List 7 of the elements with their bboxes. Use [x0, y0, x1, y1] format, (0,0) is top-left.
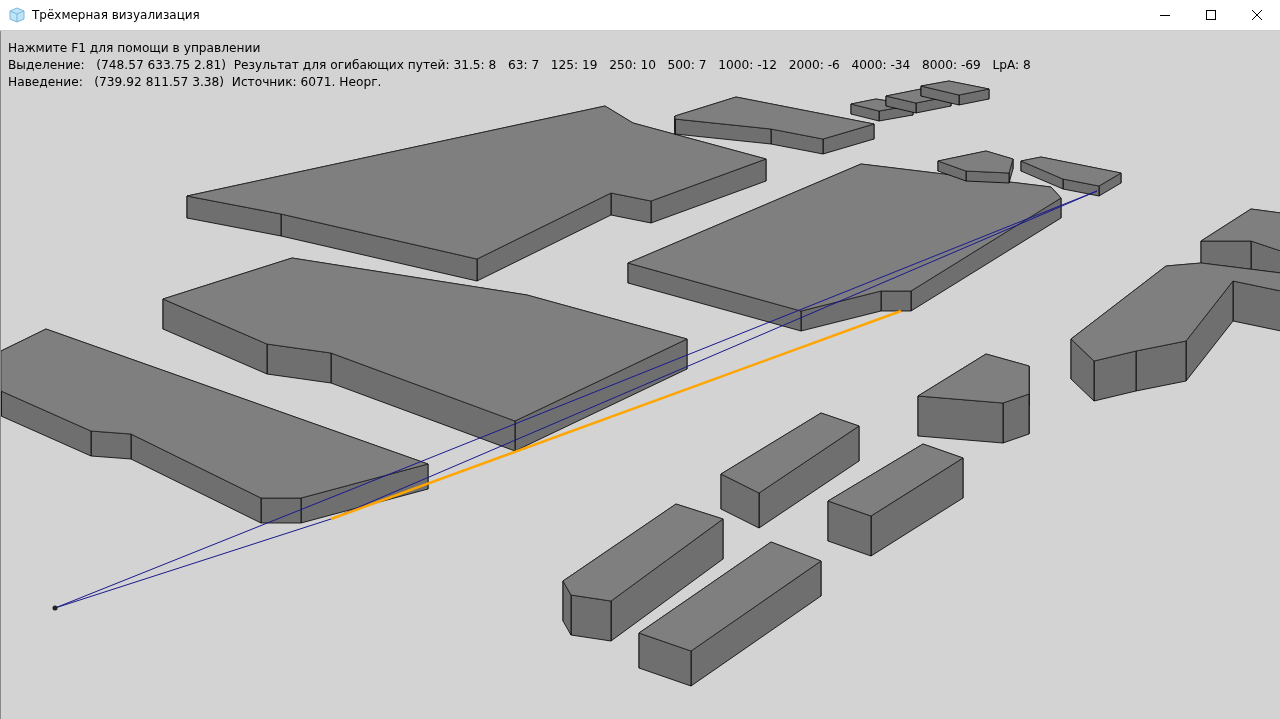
- window-title: Трёхмерная визуализация: [32, 8, 201, 22]
- info-text: Выделение: (748.57 633.75 2.81) Результат для огибающих путей: 31.5: 8 63: 7 125: 19 250: 10 500: 7 1000: -12 2000: -6 4000: -34 8000: -69 LpA: 8: [8, 57, 1031, 74]
- maximize-icon: [1206, 10, 1216, 20]
- close-icon: [1252, 10, 1262, 20]
- info-text: Нажмите F1 для помощи в управлении: [8, 40, 262, 57]
- cube-icon: [9, 7, 25, 23]
- info-text: Наведение: (739.92 811.57 3.38) Источник: 6071. Неорг.: [8, 74, 383, 91]
